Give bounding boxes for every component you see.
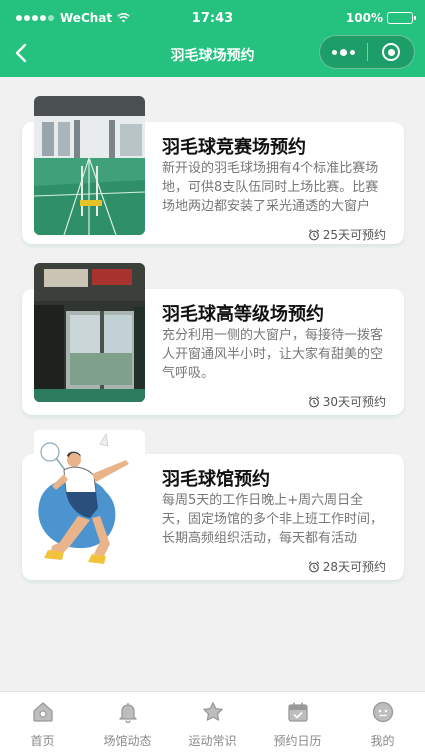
tab-bar: 首页 场馆动态 运动常识 预约日历 我的 [0,691,425,756]
home-icon [32,702,53,722]
card-footer: 25天可预约 [308,226,386,243]
dot [332,49,337,55]
target-icon [382,43,400,61]
alarm-clock-icon [308,228,319,240]
gym-court-photo [34,96,145,235]
booking-window: 25天可预约 [322,228,386,242]
card-title: 羽毛球高等级场预约 [162,304,324,325]
close-mini-program-button[interactable] [368,36,414,68]
tab-sports-tips[interactable]: 运动常识 [170,692,255,756]
tab-booking-calendar[interactable]: 预约日历 [255,692,340,756]
card-description: 充分利用一侧的大窗户，每接待一拨客人开窗通风半小时，让大家有甜美的空气呼吸。 [162,328,384,381]
card-footer: 28天可预约 [308,558,386,575]
court-window-photo [34,263,145,402]
card-title: 羽毛球竞赛场预约 [162,137,306,158]
calendar-icon [287,702,308,722]
card-footer: 30天可预约 [308,393,386,410]
booking-window: 30天可预约 [322,395,386,409]
alarm-clock-icon [308,560,319,572]
card-description: 新开设的羽毛球场拥有4个标准比赛场地，可供8支队伍同时上场比赛。比赛场地两边都安… [162,161,379,214]
tab-label: 运动常识 [188,734,237,748]
badminton-player-illustration [34,430,145,569]
tab-label: 预约日历 [273,734,322,748]
booking-window: 28天可预约 [322,560,386,574]
profile-icon [372,701,393,723]
tab-label: 我的 [370,734,395,748]
card-title: 羽毛球馆预约 [162,469,270,490]
status-bar: WeChat 17:43 100% [0,0,425,30]
battery-percent: 100% [345,11,383,25]
tab-home[interactable]: 首页 [0,692,85,756]
mini-program-capsule [319,35,415,69]
tab-profile[interactable]: 我的 [340,692,425,756]
tab-label: 场馆动态 [103,734,152,748]
star-icon [202,702,223,721]
alarm-clock-icon [308,395,319,407]
dot [340,48,347,56]
bell-icon [118,703,137,724]
battery-indicator: 100% [345,11,416,25]
dot [350,49,355,55]
tab-label: 首页 [30,734,55,748]
top-bar: WeChat 17:43 100% 羽毛球场预约 [0,0,425,77]
card-description: 每周5天的工作日晚上+周六周日全天，固定场馆的多个非上班工作时间，长期高频组织活… [162,493,384,546]
battery-icon [387,12,416,24]
navigation-bar: 羽毛球场预约 [0,30,425,77]
tab-venue-news[interactable]: 场馆动态 [85,692,170,756]
more-button[interactable] [320,36,367,68]
